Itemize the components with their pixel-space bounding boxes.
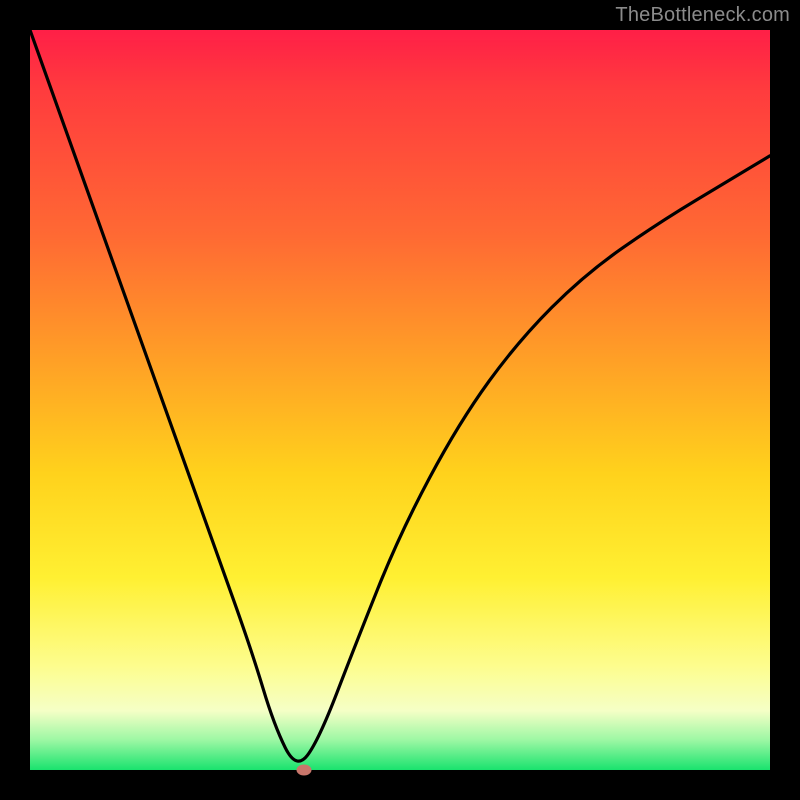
bottleneck-curve [30,30,770,770]
chart-frame: TheBottleneck.com [0,0,800,800]
optimum-marker [296,765,311,776]
plot-area [30,30,770,770]
watermark-text: TheBottleneck.com [615,4,790,27]
